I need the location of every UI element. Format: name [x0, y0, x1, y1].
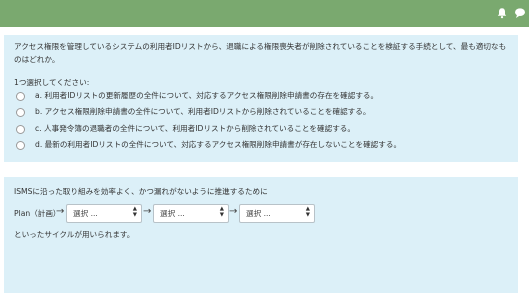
cycle-select-1[interactable]: 選択 ... ▲ ▼	[66, 204, 142, 223]
chat-icon[interactable]	[514, 7, 526, 19]
radio-button[interactable]	[16, 125, 25, 134]
option-label: b. アクセス権限削除申請書の全件について、利用者IDリストから削除されているこ…	[35, 107, 371, 116]
instruction-text: 1つ選択してください:	[14, 78, 90, 87]
question-text: アクセス権限を管理しているシステムの利用者IDリストから、退職による権限喪失者が…	[14, 42, 507, 64]
select-value: 選択 ...	[73, 209, 98, 218]
option-label: a. 利用者IDリストの更新履歴の全件について、対応するアクセス権限削除申請書の…	[35, 91, 379, 100]
cycle-panel: ISMSに沿った取り組みを効率よく、かつ漏れがないように推進するために Plan…	[4, 177, 518, 293]
select-caret-icon: ▲ ▼	[219, 206, 224, 218]
arrow-icon: →	[56, 206, 65, 217]
select-value: 選択 ...	[160, 209, 185, 218]
cycle-select-3[interactable]: 選択 ... ▲ ▼	[239, 204, 315, 223]
top-bar	[0, 0, 529, 27]
select-value: 選択 ...	[246, 209, 271, 218]
radio-button[interactable]	[16, 141, 25, 150]
bell-icon[interactable]	[496, 7, 508, 19]
cycle-select-2[interactable]: 選択 ... ▲ ▼	[153, 204, 229, 223]
option-label: c. 人事発令簿の退職者の全件について、利用者IDリストから削除されていることを…	[35, 124, 355, 133]
select-caret-icon: ▲ ▼	[132, 206, 137, 218]
radio-button[interactable]	[16, 108, 25, 117]
arrow-icon: →	[229, 206, 238, 217]
question-panel: アクセス権限を管理しているシステムの利用者IDリストから、退職による権限喪失者が…	[4, 35, 518, 162]
arrow-icon: →	[143, 206, 152, 217]
option-label: d. 最新の利用者IDリストの全件について、対応するアクセス権限削除申請書が存在…	[35, 140, 402, 149]
plan-label: Plan（計画）	[14, 209, 61, 218]
cycle-ending-text: といったサイクルが用いられます。	[14, 230, 135, 239]
radio-button[interactable]	[16, 92, 25, 101]
select-caret-icon: ▲ ▼	[305, 206, 310, 218]
cycle-intro-text: ISMSに沿った取り組みを効率よく、かつ漏れがないように推進するために	[14, 187, 268, 196]
